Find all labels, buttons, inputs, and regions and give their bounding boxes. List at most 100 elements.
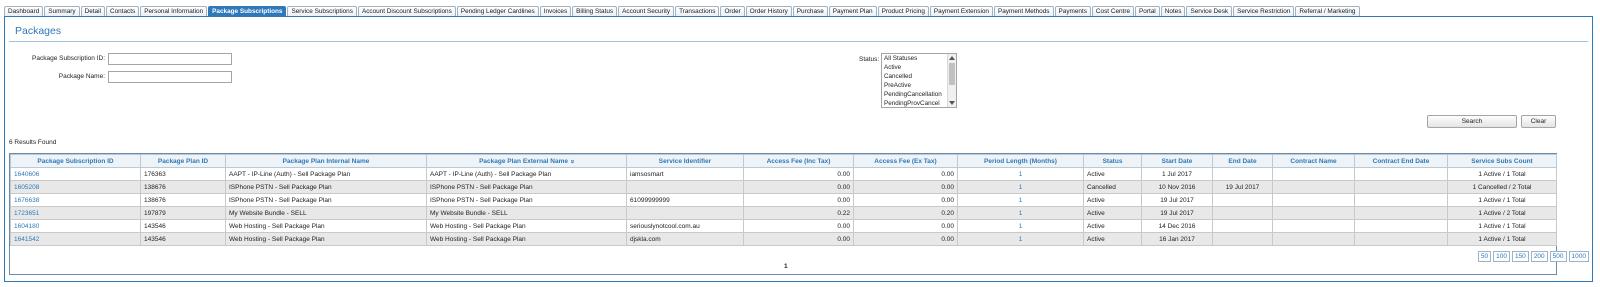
scroll-thumb[interactable] bbox=[949, 63, 955, 85]
status-option[interactable]: Active bbox=[882, 63, 946, 72]
table-cell: 1 Active / 1 Total bbox=[1447, 232, 1557, 246]
column-header[interactable]: Package Plan ID bbox=[140, 154, 226, 168]
table-cell: 0.00 bbox=[743, 232, 854, 246]
status-label: Status: bbox=[859, 56, 880, 63]
subscription-id-input[interactable] bbox=[108, 53, 232, 65]
page-size-selector: 50 100 150 200 500 1000 bbox=[1477, 251, 1589, 262]
status-option[interactable]: Cancelled bbox=[882, 72, 946, 81]
table-row[interactable]: 1605208 138676 ISPhone PSTN - Sell Package… bbox=[10, 180, 1557, 194]
status-option[interactable]: PendingCancellation bbox=[882, 90, 946, 99]
table-cell: Web Hosting - Sell Package Plan bbox=[225, 232, 427, 246]
table-cell: 1 bbox=[957, 167, 1084, 181]
table-cell: My Website Bundle - SELL bbox=[225, 206, 427, 220]
table-cell bbox=[1212, 167, 1273, 181]
column-header-label: Package Subscription ID bbox=[37, 157, 114, 165]
column-header[interactable]: Service Identifier bbox=[626, 154, 744, 168]
column-header[interactable]: Access Fee (Ex Tax) bbox=[853, 154, 958, 168]
status-option[interactable]: PreActive bbox=[882, 81, 946, 90]
table-cell: 1 Active / 2 Total bbox=[1447, 206, 1557, 220]
page-size-100[interactable]: 100 bbox=[1493, 251, 1510, 262]
results-count: 6 Results Found bbox=[9, 139, 57, 146]
column-header-label: Access Fee (Ex Tax) bbox=[874, 157, 937, 165]
clear-button[interactable]: Clear bbox=[1521, 115, 1556, 128]
listbox-scrollbar[interactable] bbox=[947, 54, 956, 107]
table-cell: 1 bbox=[957, 232, 1084, 246]
page-title: Packages bbox=[15, 25, 62, 37]
table-cell: 138676 bbox=[140, 193, 226, 207]
subscription-id-link[interactable]: 1605208 bbox=[10, 180, 141, 194]
status-listbox[interactable]: All Statuses Active Cancelled PreActive Pend… bbox=[881, 53, 957, 108]
table-cell bbox=[1354, 167, 1448, 181]
table-row[interactable]: 1604180 143546 Web Hosting - Sell Package … bbox=[10, 219, 1557, 233]
table-cell: 19 Jul 2017 bbox=[1141, 206, 1213, 220]
column-header-label: Contract End Date bbox=[1372, 157, 1430, 165]
table-cell: 0.00 bbox=[743, 219, 854, 233]
table-cell: 1 bbox=[957, 180, 1084, 194]
table-cell: 0.00 bbox=[743, 167, 854, 181]
column-header-label: Access Fee (Inc Tax) bbox=[766, 157, 831, 165]
column-header[interactable]: Status bbox=[1083, 154, 1142, 168]
table-cell bbox=[626, 180, 744, 194]
table-cell: Web Hosting - Sell Package Plan bbox=[225, 219, 427, 233]
column-header[interactable]: End Date bbox=[1212, 154, 1273, 168]
table-cell: 143546 bbox=[140, 219, 226, 233]
subscription-id-link[interactable]: 1640606 bbox=[10, 167, 141, 181]
column-header[interactable]: Access Fee (Inc Tax) bbox=[743, 154, 854, 168]
table-cell: 0.00 bbox=[853, 219, 958, 233]
subscription-id-link[interactable]: 1723651 bbox=[10, 206, 141, 220]
table-cell: ISPhone PSTN - Sell Package Plan bbox=[426, 193, 627, 207]
table-cell: 19 Jul 2017 bbox=[1212, 180, 1273, 194]
table-cell: 16 Jan 2017 bbox=[1141, 232, 1213, 246]
sort-descending-icon[interactable]: » bbox=[568, 159, 575, 163]
page-size-200[interactable]: 200 bbox=[1530, 251, 1548, 262]
page-number[interactable]: 1 bbox=[784, 263, 788, 270]
page-size-500[interactable]: 500 bbox=[1549, 251, 1567, 262]
table-row[interactable]: 1723651 197879 My Website Bundle - SELL My … bbox=[10, 206, 1557, 220]
table-cell bbox=[1354, 206, 1448, 220]
column-header[interactable]: Period Length (Months) bbox=[957, 154, 1084, 168]
table-cell: Active bbox=[1083, 193, 1142, 207]
page-size-1000[interactable]: 1000 bbox=[1568, 251, 1589, 262]
table-cell bbox=[1354, 219, 1448, 233]
table-cell: Active bbox=[1083, 167, 1142, 181]
status-option[interactable]: PendingProvCancel bbox=[882, 99, 946, 107]
table-row[interactable]: 1641542 143546 Web Hosting - Sell Package … bbox=[10, 232, 1557, 246]
status-option[interactable]: All Statuses bbox=[882, 54, 946, 63]
column-header-label: Package Plan ID bbox=[157, 157, 209, 165]
results-table: Package Subscription ID Package Plan ID Pa… bbox=[10, 154, 1557, 246]
column-header[interactable]: Contract End Date bbox=[1354, 154, 1448, 168]
scroll-up-icon[interactable] bbox=[949, 56, 955, 60]
table-cell: 138676 bbox=[140, 180, 226, 194]
table-row[interactable]: 1676638 138676 ISPhone PSTN - Sell Package… bbox=[10, 193, 1557, 207]
column-header[interactable]: Package Subscription ID bbox=[10, 154, 141, 168]
table-cell: Web Hosting - Sell Package Plan bbox=[426, 219, 627, 233]
table-cell: 0.00 bbox=[743, 193, 854, 207]
table-cell: Web Hosting - Sell Package Plan bbox=[426, 232, 627, 246]
table-row[interactable]: 1640606 176363 AAPT - IP-Line (Auth) - Sel… bbox=[10, 167, 1557, 181]
subscription-id-link[interactable]: 1676638 bbox=[10, 193, 141, 207]
column-header[interactable]: Package Plan Internal Name bbox=[225, 154, 427, 168]
table-cell: 0.20 bbox=[853, 206, 958, 220]
column-header[interactable]: Service Subs Count bbox=[1447, 154, 1557, 168]
page-size-150[interactable]: 150 bbox=[1511, 251, 1529, 262]
table-cell bbox=[1272, 206, 1355, 220]
scroll-down-icon[interactable] bbox=[949, 101, 955, 105]
table-cell: Active bbox=[1083, 206, 1142, 220]
subscription-id-link[interactable]: 1604180 bbox=[10, 219, 141, 233]
title-divider bbox=[9, 41, 1588, 42]
table-cell bbox=[626, 206, 744, 220]
package-name-input[interactable] bbox=[108, 71, 232, 83]
page-size-50[interactable]: 50 bbox=[1477, 251, 1492, 262]
table-cell bbox=[1354, 232, 1448, 246]
table-cell: 1 Active / 1 Total bbox=[1447, 219, 1557, 233]
table-cell: 1 bbox=[957, 193, 1084, 207]
column-header[interactable]: Contract Name bbox=[1272, 154, 1355, 168]
table-cell: Cancelled bbox=[1083, 180, 1142, 194]
column-header-label: End Date bbox=[1228, 157, 1257, 165]
column-header-label: Service Subs Count bbox=[1471, 157, 1533, 165]
search-button[interactable]: Search bbox=[1427, 115, 1517, 128]
column-header[interactable]: Start Date bbox=[1141, 154, 1213, 168]
subscription-id-link[interactable]: 1641542 bbox=[10, 232, 141, 246]
column-header-label: Start Date bbox=[1161, 157, 1193, 165]
column-header[interactable]: Package Plan External Name» bbox=[426, 154, 627, 168]
